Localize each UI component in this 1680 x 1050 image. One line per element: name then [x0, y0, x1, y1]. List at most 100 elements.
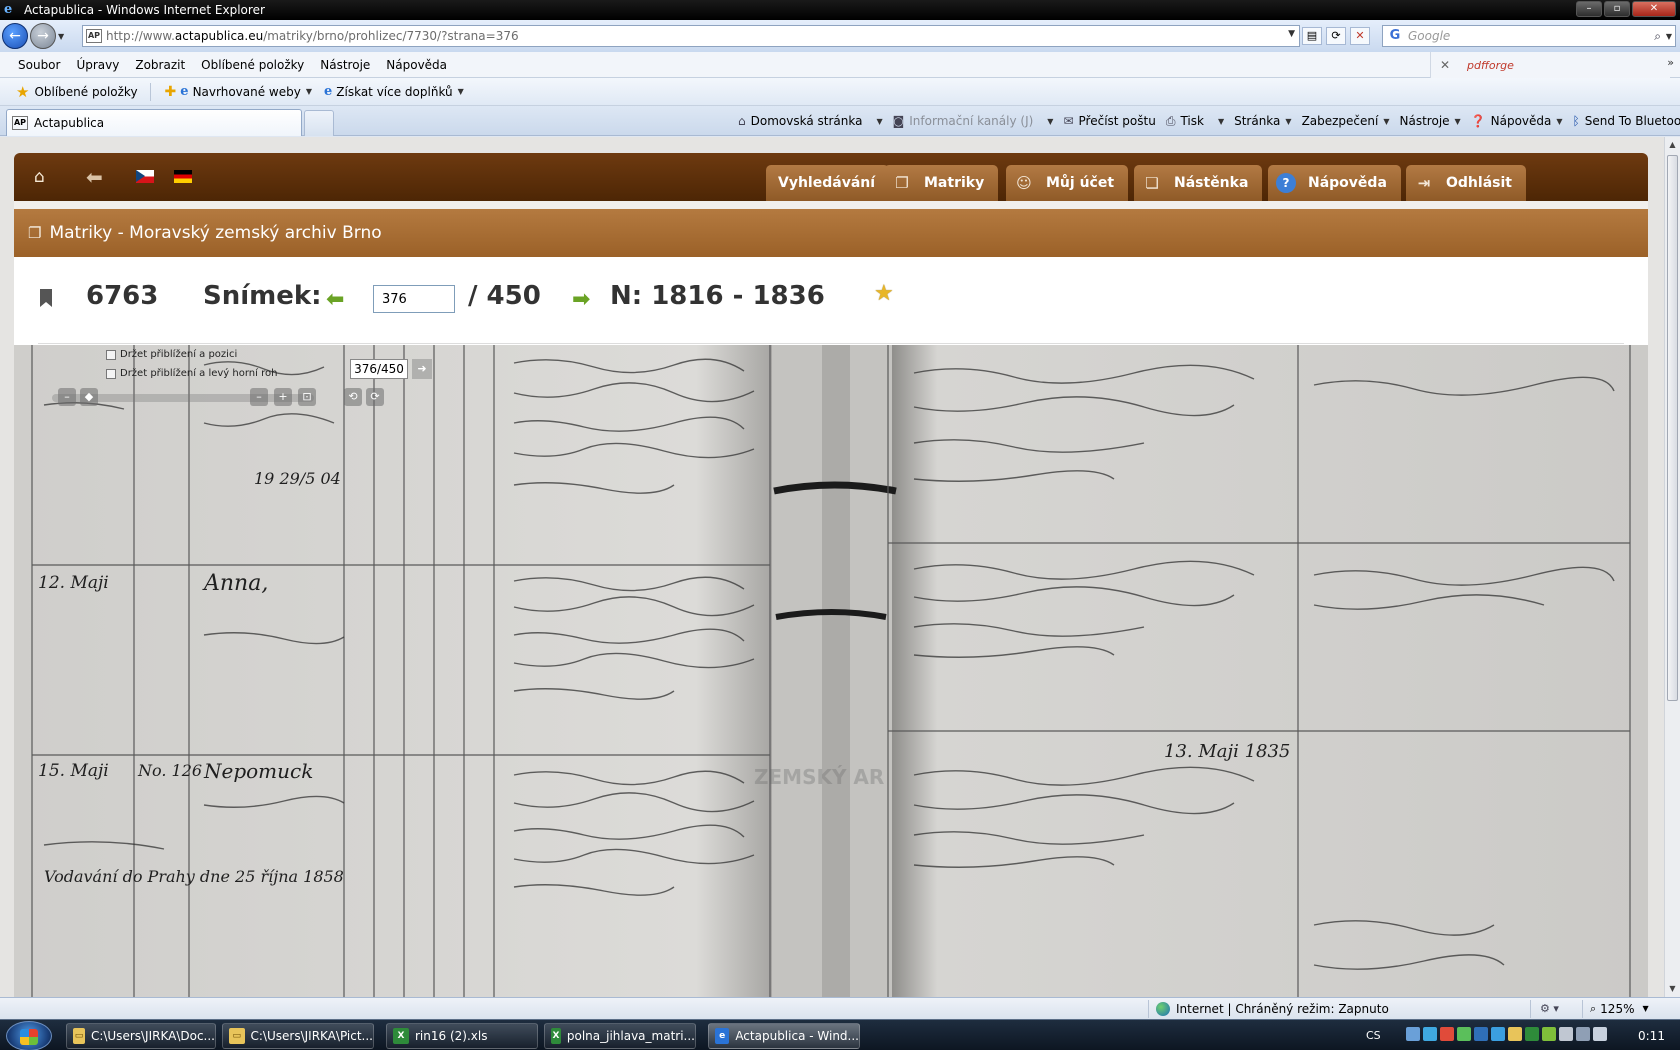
new-tab-button[interactable] — [304, 110, 334, 136]
zoom-slider-handle[interactable]: ◆ — [80, 388, 98, 406]
keep-zoom-position-option[interactable]: Držet přiblížení a pozici — [106, 345, 277, 364]
close-window-button[interactable]: ✕ — [1632, 1, 1676, 17]
zoom-in-icon[interactable]: + — [274, 388, 292, 406]
page-menu-button[interactable]: Stránka ▼ — [1234, 114, 1291, 128]
pdfforge-logo[interactable]: pdfforge — [1467, 59, 1514, 72]
help-menu-button[interactable]: ❓ Nápověda ▼ — [1471, 114, 1563, 128]
taskbar-item-ie[interactable]: e Actapublica - Wind... — [708, 1023, 860, 1049]
close-toolbar-icon[interactable]: ✕ — [1437, 58, 1453, 72]
menu-help[interactable]: Nápověda — [378, 52, 455, 78]
tray-icon[interactable] — [1406, 1027, 1420, 1041]
taskbar-item-pictures[interactable]: ▭ C:\Users\JIRKA\Pict... — [222, 1023, 374, 1049]
scrollbar-thumb[interactable] — [1667, 155, 1678, 701]
scroll-up-icon[interactable]: ▲ — [1665, 137, 1680, 153]
frame-number-input[interactable] — [373, 285, 455, 313]
keep-zoom-corner-checkbox[interactable] — [106, 368, 116, 379]
clock[interactable]: 0:11 — [1638, 1029, 1665, 1043]
minimize-button[interactable]: – — [1576, 1, 1602, 17]
history-dropdown-icon[interactable]: ▼ — [58, 32, 68, 41]
search-field[interactable]: G Google ⌕ ▼ — [1382, 25, 1676, 47]
forward-button[interactable]: → — [30, 23, 56, 49]
tray-icon[interactable] — [1508, 1027, 1522, 1041]
nav-search-button[interactable]: Vyhledávání — [766, 165, 890, 201]
window-controls: – ▫ ✕ — [1576, 1, 1676, 17]
refresh-icon[interactable]: ⟳ — [1326, 27, 1346, 45]
tab-actapublica[interactable]: AP Actapublica — [6, 109, 302, 136]
fit-to-window-icon[interactable]: ⊡ — [298, 388, 316, 406]
print-button[interactable]: ⎙ Tisk — [1166, 114, 1204, 129]
rotate-right-icon[interactable]: ⟳ — [366, 388, 384, 406]
favorite-star-icon[interactable]: ★ — [874, 281, 894, 306]
taskbar-item-polna[interactable]: X polna_jihlava_matri... — [544, 1023, 696, 1049]
nav-account-button[interactable]: ☺ Můj účet — [1006, 165, 1129, 201]
home-page-button[interactable]: ⌂ Domovská stránka — [738, 114, 862, 128]
search-icon[interactable]: ⌕ — [1654, 29, 1661, 44]
tools-menu-button[interactable]: Nástroje ▼ — [1400, 114, 1461, 128]
nav-logout-button[interactable]: ⇥ Odhlásit — [1406, 165, 1526, 201]
start-button[interactable] — [6, 1021, 52, 1050]
german-flag-icon[interactable] — [174, 170, 192, 183]
menu-favorites[interactable]: Oblíbené položky — [193, 52, 312, 78]
next-page-icon[interactable]: ➜ — [412, 359, 432, 379]
tray-icon[interactable] — [1491, 1027, 1505, 1041]
tray-icon[interactable] — [1423, 1027, 1437, 1041]
favorites-button[interactable]: ★ Oblíbené položky — [16, 83, 138, 101]
nav-registers-button[interactable]: ❐ Matriky — [884, 165, 999, 201]
taskbar-item-documents[interactable]: ▭ C:\Users\JIRKA\Doc... — [66, 1023, 216, 1049]
menu-file[interactable]: Soubor — [0, 52, 68, 78]
search-options-icon[interactable]: ▼ — [1666, 32, 1672, 41]
read-mail-button[interactable]: ✉ Přečíst poštu — [1063, 114, 1155, 128]
menu-tools[interactable]: Nástroje — [312, 52, 378, 78]
chevron-down-icon: ▼ — [457, 87, 464, 96]
compatibility-view-icon[interactable]: ▤ — [1302, 27, 1322, 45]
suggested-sites-button[interactable]: e Navrhované weby ▼ — [180, 84, 312, 99]
url-dropdown-icon[interactable]: ▼ — [1288, 29, 1295, 39]
tray-icon[interactable] — [1457, 1027, 1471, 1041]
tray-icon[interactable] — [1559, 1027, 1573, 1041]
security-zone[interactable]: Internet | Chráněný režim: Zapnuto — [1156, 1001, 1389, 1016]
get-addons-button[interactable]: e Získat více doplňků ▼ — [324, 84, 464, 99]
menu-view[interactable]: Zobrazit — [127, 52, 193, 78]
zoom-step-icon[interactable]: – — [250, 388, 268, 406]
back-button[interactable]: ← — [2, 23, 28, 49]
print-dropdown-icon[interactable]: ▼ — [1218, 117, 1224, 126]
back-arrow-icon[interactable]: ⬅ — [86, 165, 103, 189]
input-language[interactable]: CS — [1366, 1029, 1381, 1042]
zoom-level-button[interactable]: ⌕ 125% ▼ — [1590, 1002, 1649, 1016]
volume-icon[interactable] — [1593, 1027, 1607, 1041]
safety-menu-button[interactable]: Zabezpečení ▼ — [1302, 114, 1390, 128]
feeds-button[interactable]: ◙ Informační kanály (J) — [893, 114, 1034, 128]
stop-icon[interactable]: ✕ — [1350, 27, 1370, 45]
rotate-left-icon[interactable]: ⟲ — [344, 388, 362, 406]
toolbar-more-icon[interactable]: » — [1667, 56, 1674, 69]
tray-icon[interactable] — [1542, 1027, 1556, 1041]
feeds-dropdown-icon[interactable]: ▼ — [1047, 117, 1053, 126]
protected-mode-icon[interactable]: ⚙ ▾ — [1540, 1002, 1559, 1015]
tray-icon[interactable] — [1474, 1027, 1488, 1041]
vertical-scrollbar[interactable]: ▲ ▼ — [1664, 137, 1680, 997]
menu-edit[interactable]: Úpravy — [68, 52, 127, 78]
network-icon[interactable] — [1576, 1027, 1590, 1041]
keep-zoom-corner-option[interactable]: Držet přiblížení a levý horní roh — [106, 364, 277, 383]
bookmark-icon[interactable] — [40, 289, 52, 307]
previous-frame-icon[interactable]: ⬅ — [326, 287, 344, 312]
register-scan-image[interactable]: 12. Maji Anna, 15. Maji No. 126 Nepomuck… — [14, 345, 1648, 997]
ie-icon: e — [715, 1028, 730, 1044]
scroll-down-icon[interactable]: ▼ — [1665, 981, 1680, 997]
home-icon[interactable]: ⌂ — [34, 167, 45, 187]
maximize-button[interactable]: ▫ — [1604, 1, 1630, 17]
nav-board-button[interactable]: ❏ Nástěnka — [1134, 165, 1263, 201]
keep-zoom-position-checkbox[interactable] — [106, 349, 116, 360]
home-dropdown-icon[interactable]: ▼ — [876, 117, 882, 126]
send-bluetooth-button[interactable]: ᛒ Send To Bluetooth — [1573, 114, 1680, 128]
next-frame-icon[interactable]: ➡ — [572, 287, 590, 312]
tray-icon[interactable] — [1525, 1027, 1539, 1041]
taskbar-item-xls[interactable]: X rin16 (2).xls — [386, 1023, 538, 1049]
zoom-out-icon[interactable]: – — [58, 388, 76, 406]
nav-help-button[interactable]: ? Nápověda — [1268, 165, 1401, 201]
add-favorite-icon[interactable]: ✚ — [165, 84, 177, 100]
tray-icon[interactable] — [1440, 1027, 1454, 1041]
url-field[interactable]: AP http://www. actapublica.eu/matriky/brn… — [82, 25, 1300, 47]
bluetooth-icon: ᛒ — [1572, 114, 1580, 128]
czech-flag-icon[interactable] — [136, 170, 154, 183]
